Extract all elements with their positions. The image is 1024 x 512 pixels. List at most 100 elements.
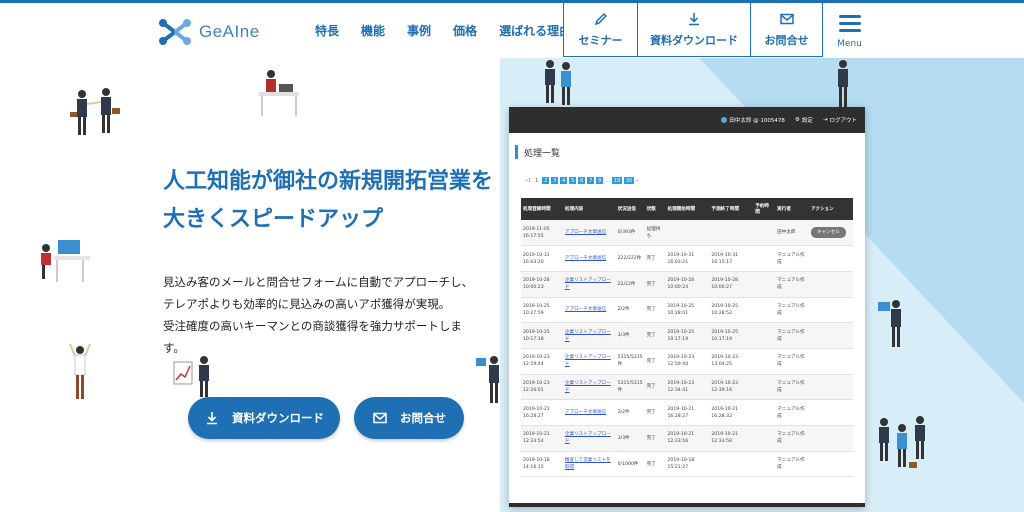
cell-action xyxy=(808,425,853,452)
hero-title: 人工知能が御社の新規開拓営業を 大きくスピードアップ xyxy=(163,163,493,239)
table-header-row: 処理登録時間 処理内容 状況送信 状態 処理開始時間 予測終了時間 予約時間 実… xyxy=(521,198,853,220)
nav-functions[interactable]: 機能 xyxy=(350,22,396,39)
menu-button[interactable]: Menu xyxy=(822,3,876,57)
cell-reg-time: 2019-10-25 10:27:59 xyxy=(521,297,563,324)
table-row: 2019-10-18 14:16:15 精査して営業リストを取得 0/1000件… xyxy=(521,451,853,478)
cell-user: マニュアル作成 xyxy=(775,297,809,324)
cell-reserve-time xyxy=(753,348,776,375)
businessmen-handshake-illustration xyxy=(70,88,120,135)
cell-user: 田中太郎 xyxy=(775,220,809,247)
pager-next[interactable]: » xyxy=(636,178,639,184)
cell-reg-time: 2019-10-31 16:03:20 xyxy=(521,245,563,272)
contact-cta-label: お問合せ xyxy=(400,411,446,425)
team-group-illustration xyxy=(879,416,925,468)
cell-status: 完了 xyxy=(644,374,666,401)
cell-progress: 222/222件 xyxy=(615,245,645,272)
table-row: 2019-10-25 10:17:18 企業リストアップロード 3/3件 完了 … xyxy=(521,322,853,349)
cell-reserve-time xyxy=(753,271,776,298)
cell-task-link[interactable]: アプローチ文章送信 xyxy=(565,230,606,235)
pager-first[interactable]: «1 xyxy=(525,178,531,184)
table-row: 2019-11-05 16:17:55 アプローチ文章送信 0/393件 処理待… xyxy=(521,220,853,247)
cell-progress: 3/3件 xyxy=(615,322,645,349)
cell-task-link[interactable]: 企業リストアップロード xyxy=(565,278,611,290)
pager-page[interactable]: 7 xyxy=(587,177,595,184)
cell-progress: 22/22件 xyxy=(615,271,645,298)
seminar-button-label: セミナー xyxy=(578,34,623,47)
nav-pricing[interactable]: 価格 xyxy=(442,22,488,39)
standing-man-illustration xyxy=(838,60,848,107)
contact-header-button[interactable]: お問合せ xyxy=(750,3,822,57)
user-icon xyxy=(721,117,728,123)
cell-task-link[interactable]: アプローチ文章送信 xyxy=(565,307,606,312)
cell-start-time: 2019-10-18 15:21:27 xyxy=(665,451,710,478)
cell-status: 完了 xyxy=(644,425,666,452)
cell-end-time: 2019-10-31 16:15:17 xyxy=(709,245,754,272)
cell-reserve-time xyxy=(753,297,776,324)
seminar-button[interactable]: セミナー xyxy=(563,3,637,57)
cell-task-link[interactable]: 精査して営業リストを取得 xyxy=(565,458,611,470)
logout-icon: ⇥ xyxy=(822,117,828,123)
app-user[interactable]: 田中太郎 @ 1005478 xyxy=(721,116,785,124)
pager-page[interactable]: 3 xyxy=(551,177,559,184)
cell-reg-time: 2019-10-21 12:33:54 xyxy=(521,425,563,452)
cell-user: マニュアル作成 xyxy=(775,399,809,426)
gear-icon: ⚙ xyxy=(794,117,800,123)
cell-task-link[interactable]: アプローチ文章送信 xyxy=(565,410,606,415)
pager-page[interactable]: 20 xyxy=(624,177,635,184)
pencil-icon xyxy=(594,12,607,26)
cell-reserve-time xyxy=(753,374,776,401)
cell-end-time: 2019-10-23 12:39:16 xyxy=(709,374,754,401)
app-user-label: 田中太郎 @ 1005478 xyxy=(729,118,785,124)
contact-header-button-label: お問合せ xyxy=(764,34,809,47)
cell-status: 処理待ち xyxy=(644,220,666,247)
pagination: «1 1 2 3 4 5 6 7 8 ... 19 20 » xyxy=(525,177,639,184)
cell-task-link[interactable]: 企業リストアップロード xyxy=(565,432,611,444)
column-header: 予測終了時間 xyxy=(709,198,754,220)
app-logout-link[interactable]: ⇥ ログアウト xyxy=(823,116,857,124)
pager-ellipsis: ... xyxy=(605,177,611,184)
cell-task-link[interactable]: 企業リストアップロード xyxy=(565,330,611,342)
download-cta-button[interactable]: 資料ダウンロード xyxy=(188,397,340,439)
cell-progress: 0/393件 xyxy=(615,220,645,247)
cell-task-link[interactable]: アプローチ文章送信 xyxy=(565,256,606,261)
column-header: 処理内容 xyxy=(562,198,616,220)
cell-task-link[interactable]: 企業リストアップロード xyxy=(565,355,611,367)
pager-page[interactable]: 2 xyxy=(542,177,550,184)
cell-end-time: 2019-10-25 10:17:19 xyxy=(709,322,754,349)
hero-desc-line-2: テレアポよりも効率的に見込みの高いアポ獲得が実現。 xyxy=(163,297,451,311)
logo-mark-icon xyxy=(159,19,191,45)
cancel-button[interactable]: キャンセル xyxy=(810,227,846,239)
cell-end-time xyxy=(709,451,754,478)
app-page-title: 処理一覧 xyxy=(515,145,865,159)
cell-progress: 3/3件 xyxy=(615,425,645,452)
cell-task-link[interactable]: 企業リストアップロード xyxy=(565,381,611,393)
hero-title-line-1: 人工知能が御社の新規開拓営業を xyxy=(163,169,494,194)
pager-page[interactable]: 19 xyxy=(612,177,623,184)
nav-features[interactable]: 特長 xyxy=(304,22,350,39)
pager-page[interactable]: 8 xyxy=(596,177,604,184)
cell-progress: 5315/5315件 xyxy=(615,348,645,375)
table-row: 2019-10-25 10:27:59 アプローチ文章送信 2/2件 完了 20… xyxy=(521,297,853,324)
cell-end-time: 2019-10-25 10:28:52 xyxy=(709,297,754,324)
pager-page[interactable]: 4 xyxy=(560,177,568,184)
column-header: 処理登録時間 xyxy=(521,198,563,220)
cell-reg-time: 2019-11-05 16:17:55 xyxy=(521,220,563,247)
cell-user: マニュアル作成 xyxy=(775,245,809,272)
table-row: 2019-10-31 16:03:20 アプローチ文章送信 222/222件 完… xyxy=(521,245,853,272)
contact-cta-button[interactable]: お問合せ xyxy=(354,397,464,439)
hero-description: 見込み客のメールと問合せフォームに自動でアプローチし、 テレアポよりも効率的に見… xyxy=(163,271,493,359)
cell-start-time: 2019-10-21 16:28:27 xyxy=(665,399,710,426)
logo-text: GeAIne xyxy=(199,22,260,41)
pager-page[interactable]: 6 xyxy=(578,177,586,184)
app-settings-link[interactable]: ⚙ 設定 xyxy=(795,116,813,124)
cell-reserve-time xyxy=(753,245,776,272)
site-logo[interactable]: GeAIne xyxy=(157,17,260,47)
cell-start-time: 2019-10-25 10:17:19 xyxy=(665,322,710,349)
download-header-button[interactable]: 資料ダウンロード xyxy=(637,3,750,57)
nav-cases[interactable]: 事例 xyxy=(396,22,442,39)
column-header: 実行者 xyxy=(775,198,809,220)
cell-status: 完了 xyxy=(644,271,666,298)
pager-page[interactable]: 5 xyxy=(569,177,577,184)
cell-action xyxy=(808,322,853,349)
cell-reserve-time xyxy=(753,451,776,478)
